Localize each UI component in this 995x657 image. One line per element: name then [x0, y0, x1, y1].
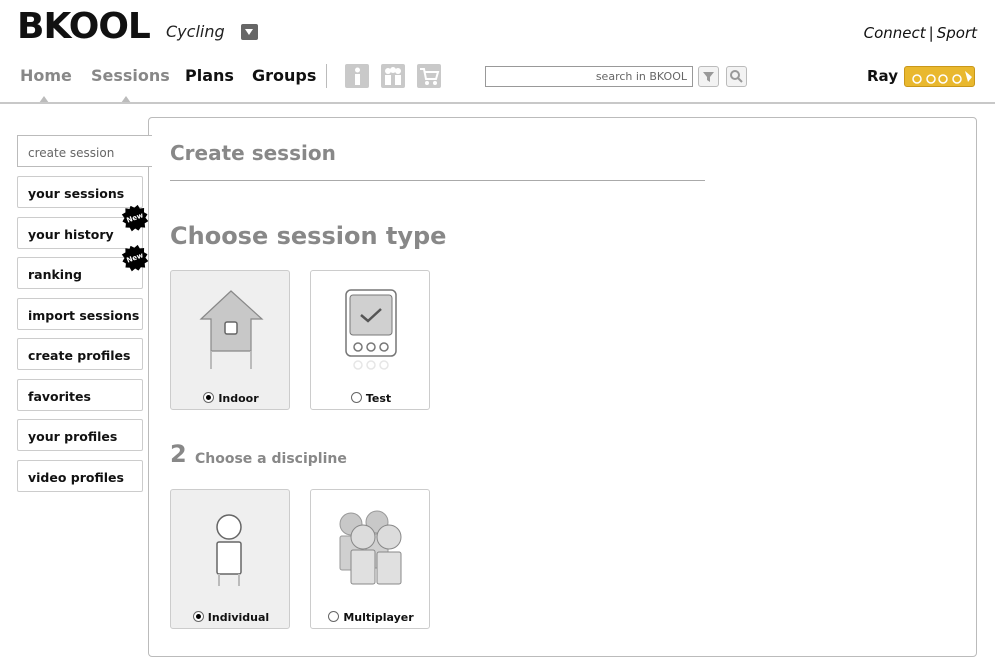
- session-type-test[interactable]: Test: [310, 270, 430, 410]
- individual-radio[interactable]: [192, 611, 204, 622]
- info-icon[interactable]: [345, 64, 369, 88]
- person-icon: [216, 514, 242, 586]
- nav-home[interactable]: Home: [20, 66, 72, 85]
- sidebar-item-label: ranking: [28, 267, 82, 282]
- nav-plans[interactable]: Plans: [185, 66, 234, 85]
- sidebar-item-label: your sessions: [28, 186, 125, 201]
- product-dropdown-icon[interactable]: [241, 24, 258, 40]
- sidebar-item-import-sessions[interactable]: import sessions: [17, 298, 143, 330]
- sidebar-item-label: create profiles: [28, 348, 131, 363]
- header-divider: [0, 102, 995, 104]
- sidebar-item-favorites[interactable]: favorites: [17, 379, 143, 411]
- device-check-icon: [345, 289, 397, 370]
- multiplayer-label: Multiplayer: [343, 611, 414, 624]
- gift-icon[interactable]: [381, 64, 405, 88]
- product-name: Cycling: [166, 22, 225, 41]
- title-divider: [170, 180, 705, 181]
- group-icon: [339, 510, 402, 585]
- connect-sport-switch[interactable]: Connect | Sport: [864, 24, 977, 42]
- session-type-indoor[interactable]: Indoor: [170, 270, 290, 410]
- step1-title: Choose session type: [170, 222, 447, 250]
- user-name[interactable]: Ray: [867, 67, 898, 85]
- nav-groups[interactable]: Groups: [252, 66, 316, 85]
- step2-number: 2: [170, 440, 187, 468]
- sidebar-item-label: your profiles: [28, 429, 118, 444]
- indoor-label: Indoor: [218, 392, 259, 405]
- page-title: Create session: [170, 141, 336, 165]
- multiplayer-radio[interactable]: [328, 611, 340, 622]
- sidebar-item-create-session[interactable]: create session: [17, 135, 152, 167]
- cart-icon[interactable]: [417, 64, 441, 88]
- test-radio[interactable]: [350, 392, 362, 403]
- house-icon: [199, 290, 264, 369]
- sidebar-item-label: video profiles: [28, 470, 124, 485]
- sport-link[interactable]: Sport: [937, 24, 977, 42]
- sidebar-item-your-sessions[interactable]: your sessions: [17, 176, 143, 208]
- filter-icon[interactable]: [698, 66, 719, 87]
- step2-title: Choose a discipline: [195, 451, 347, 467]
- discipline-multiplayer[interactable]: Multiplayer: [310, 489, 430, 629]
- individual-label: Individual: [207, 611, 270, 624]
- nav-divider: [326, 64, 327, 88]
- search-input[interactable]: search in BKOOL: [485, 66, 693, 87]
- sidebar-item-label: import sessions: [28, 308, 140, 323]
- cycling-badge-icon[interactable]: [904, 66, 975, 87]
- sidebar-item-label: favorites: [28, 389, 91, 404]
- sidebar-item-your-profiles[interactable]: your profiles: [17, 419, 143, 451]
- sidebar-item-video-profiles[interactable]: video profiles: [17, 460, 143, 492]
- connect-link[interactable]: Connect: [864, 24, 926, 42]
- bkool-logo[interactable]: BKOOL: [17, 6, 151, 47]
- sidebar-item-label: your history: [28, 227, 114, 242]
- search-icon[interactable]: [726, 66, 747, 87]
- discipline-individual[interactable]: Individual: [170, 489, 290, 629]
- sidebar-item-create-profiles[interactable]: create profiles: [17, 338, 143, 370]
- indoor-radio[interactable]: [203, 392, 215, 403]
- nav-sessions[interactable]: Sessions: [91, 66, 170, 85]
- test-label: Test: [365, 392, 392, 405]
